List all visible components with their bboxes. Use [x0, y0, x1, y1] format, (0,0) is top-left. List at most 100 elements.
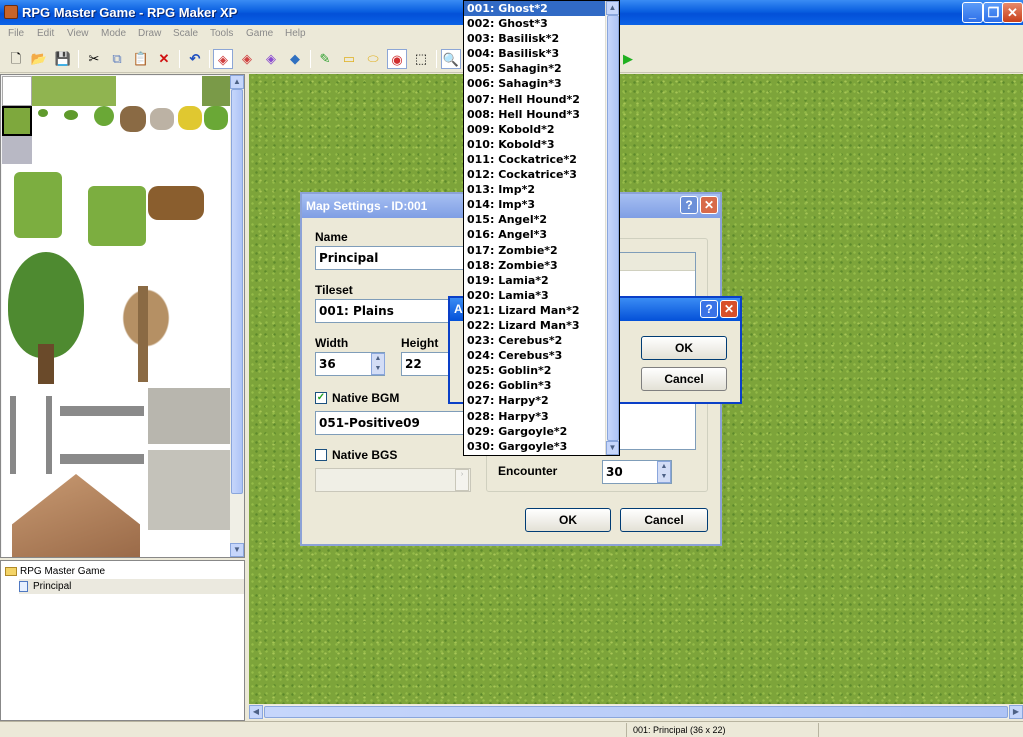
rectangle-icon[interactable]: ▭	[339, 49, 359, 69]
troop-option[interactable]: 019: Lamia*2	[464, 273, 606, 288]
layer1-icon[interactable]: ◈	[213, 49, 233, 69]
tree-root-label: RPG Master Game	[20, 566, 106, 577]
bgm-field[interactable]: 051-Positive09	[315, 411, 465, 435]
scroll-up-icon[interactable]: ▲	[230, 75, 244, 89]
scroll-down-icon[interactable]: ▼	[230, 543, 244, 557]
layer3-icon[interactable]: ◈	[261, 49, 281, 69]
play-icon[interactable]: ▶	[618, 49, 638, 69]
tileset-palette[interactable]	[2, 76, 231, 557]
fill-icon[interactable]: ◉	[387, 49, 407, 69]
menu-game[interactable]: Game	[246, 28, 273, 39]
native-bgs-checkbox[interactable]	[315, 449, 327, 461]
scroll-left-icon[interactable]: ◀	[249, 705, 263, 719]
pencil-icon[interactable]: ✎	[315, 49, 335, 69]
troop-help-button[interactable]: ?	[700, 300, 718, 318]
troop-option[interactable]: 024: Cerebus*3	[464, 348, 606, 363]
troop-option[interactable]: 029: Gargoyle*2	[464, 424, 606, 439]
dialog-close-button[interactable]: ✕	[700, 196, 718, 214]
new-icon[interactable]: 🗋	[6, 49, 26, 69]
map-horizontal-scrollbar[interactable]: ◀ ▶	[249, 705, 1023, 719]
tileset-panel: ▲ ▼	[0, 74, 245, 558]
map-tree: RPG Master Game Principal	[0, 560, 245, 721]
troop-option[interactable]: 008: Hell Hound*3	[464, 107, 606, 122]
tileset-scrollbar[interactable]: ▲ ▼	[230, 75, 244, 557]
troop-cancel-button[interactable]: Cancel	[641, 367, 727, 391]
undo-icon[interactable]: ↶	[185, 49, 205, 69]
troop-option[interactable]: 030: Gargoyle*3	[464, 439, 606, 454]
troop-option[interactable]: 026: Goblin*3	[464, 378, 606, 393]
native-bgm-label: Native BGM	[332, 391, 400, 405]
troop-option[interactable]: 002: Ghost*3	[464, 16, 606, 31]
bgs-browse-button: ›	[455, 469, 469, 491]
width-stepper[interactable]: ▲ ▼	[371, 353, 385, 375]
events-icon[interactable]: ◆	[285, 49, 305, 69]
troop-option[interactable]: 012: Cockatrice*3	[464, 167, 606, 182]
menu-scale[interactable]: Scale	[173, 28, 198, 39]
zoom-icon[interactable]: 🔍	[441, 49, 461, 69]
encounter-stepper[interactable]: ▲ ▼	[657, 461, 671, 483]
troop-option[interactable]: 014: Imp*3	[464, 197, 606, 212]
troop-option[interactable]: 020: Lamia*3	[464, 288, 606, 303]
troop-option[interactable]: 023: Cerebus*2	[464, 333, 606, 348]
layer2-icon[interactable]: ◈	[237, 49, 257, 69]
ellipse-icon[interactable]: ⬭	[363, 49, 383, 69]
troop-option[interactable]: 021: Lizard Man*2	[464, 303, 606, 318]
dropdown-scrollbar[interactable]: ▲ ▼	[605, 1, 619, 455]
close-button[interactable]: ✕	[1002, 2, 1023, 23]
paste-icon[interactable]: 📋	[131, 49, 151, 69]
troop-option[interactable]: 018: Zombie*3	[464, 258, 606, 273]
cut-icon[interactable]: ✂	[84, 49, 104, 69]
menu-tools[interactable]: Tools	[210, 28, 233, 39]
troop-close-button[interactable]: ✕	[720, 300, 738, 318]
tree-item-principal[interactable]: Principal	[19, 579, 244, 594]
name-field[interactable]: Principal	[315, 246, 465, 270]
troop-option[interactable]: 013: Imp*2	[464, 182, 606, 197]
native-bgm-checkbox[interactable]: ✓	[315, 392, 327, 404]
troop-option[interactable]: 001: Ghost*2	[464, 1, 606, 17]
map-scroll-thumb[interactable]	[264, 706, 1008, 718]
troop-option[interactable]: 009: Kobold*2	[464, 122, 606, 137]
select-icon[interactable]: ⬚	[411, 49, 431, 69]
troop-ok-button[interactable]: OK	[641, 336, 727, 360]
tileset-scroll-thumb[interactable]	[231, 89, 243, 494]
troop-option[interactable]: 010: Kobold*3	[464, 137, 606, 152]
minimize-button[interactable]: _	[962, 2, 983, 23]
copy-icon[interactable]: ⧉	[107, 49, 127, 69]
status-empty	[818, 723, 1023, 737]
scroll-right-icon[interactable]: ▶	[1009, 705, 1023, 719]
troop-option[interactable]: 025: Goblin*2	[464, 363, 606, 378]
troop-option[interactable]: 007: Hell Hound*2	[464, 92, 606, 107]
menu-draw[interactable]: Draw	[138, 28, 161, 39]
open-icon[interactable]: 📂	[29, 49, 49, 69]
troop-option[interactable]: 003: Basilisk*2	[464, 31, 606, 46]
troop-option[interactable]: 011: Cockatrice*2	[464, 152, 606, 167]
troop-option[interactable]: 006: Sahagin*3	[464, 76, 606, 91]
cancel-button[interactable]: Cancel	[620, 508, 708, 532]
troop-option[interactable]: 022: Lizard Man*3	[464, 318, 606, 333]
troop-option[interactable]: 017: Zombie*2	[464, 243, 606, 258]
troop-option[interactable]: 015: Angel*2	[464, 212, 606, 227]
save-icon[interactable]: 💾	[53, 49, 73, 69]
menu-help[interactable]: Help	[285, 28, 306, 39]
status-bar: 001: Principal (36 x 22)	[0, 721, 1023, 737]
troop-option[interactable]: 016: Angel*3	[464, 227, 606, 242]
troop-option[interactable]: 028: Harpy*3	[464, 409, 606, 424]
troop-option[interactable]: 004: Basilisk*3	[464, 46, 606, 61]
menu-edit[interactable]: Edit	[37, 28, 54, 39]
menu-view[interactable]: View	[67, 28, 89, 39]
menu-mode[interactable]: Mode	[101, 28, 126, 39]
dropdown-scroll-thumb[interactable]	[607, 15, 619, 441]
troop-option[interactable]: 005: Sahagin*2	[464, 61, 606, 76]
status-map-info: 001: Principal (36 x 22)	[626, 723, 816, 737]
tileset-select[interactable]: 001: Plains	[315, 299, 465, 323]
dropdown-scroll-down-icon[interactable]: ▼	[606, 441, 619, 455]
tree-root[interactable]: RPG Master Game	[5, 564, 105, 579]
troop-option[interactable]: 027: Harpy*2	[464, 393, 606, 408]
delete-icon[interactable]: ✕	[154, 49, 174, 69]
maximize-button[interactable]: ❐	[983, 2, 1004, 23]
ok-button[interactable]: OK	[525, 508, 611, 532]
help-button[interactable]: ?	[680, 196, 698, 214]
menu-file[interactable]: File	[8, 28, 24, 39]
dropdown-scroll-up-icon[interactable]: ▲	[606, 1, 619, 15]
troop-dropdown-list[interactable]: 001: Ghost*2 002: Ghost*3 003: Basilisk*2 0…	[463, 0, 620, 456]
